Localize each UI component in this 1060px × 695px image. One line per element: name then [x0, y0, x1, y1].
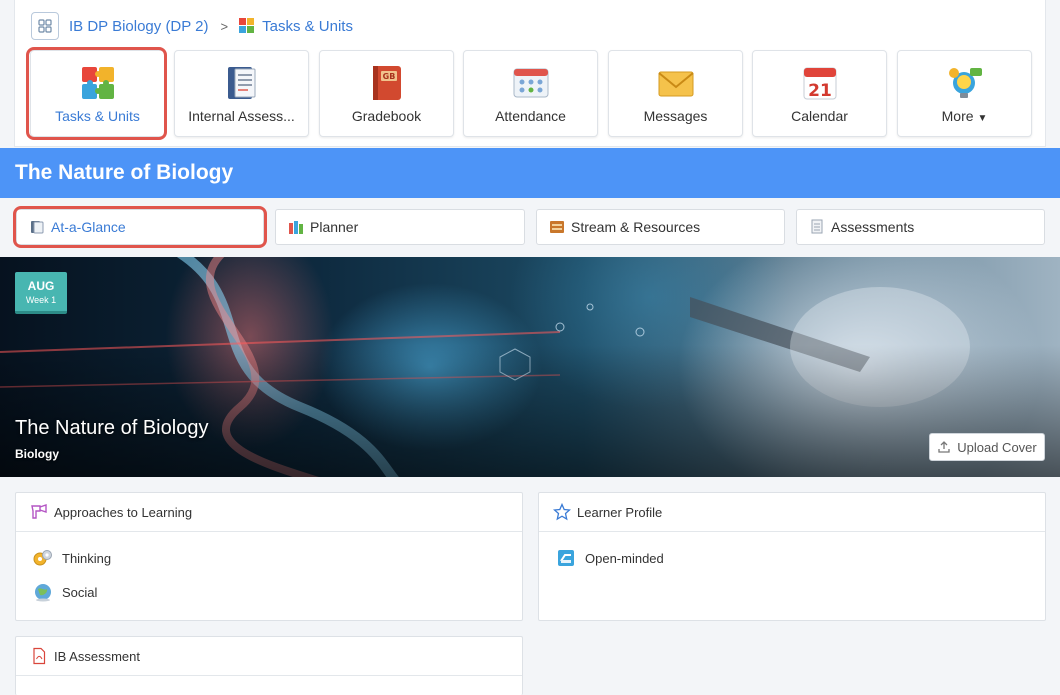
apps-grid-button[interactable]: [31, 12, 59, 40]
approaches-to-learning-panel: Approaches to Learning Thinking Social: [15, 492, 523, 621]
breadcrumb-course-link[interactable]: IB DP Biology (DP 2): [69, 18, 209, 35]
banner-overlay: [0, 257, 1060, 477]
banner-subject: Biology: [15, 447, 59, 461]
app-tile-attendance[interactable]: Attendance: [463, 50, 598, 137]
app-tile-label: Gradebook: [351, 108, 422, 124]
stream-icon: [550, 221, 564, 233]
tab-label: Stream & Resources: [571, 219, 701, 235]
list-item-social[interactable]: Social: [16, 575, 522, 609]
gradebook-icon: GB: [372, 66, 401, 100]
panel-header: IB Assessment: [16, 637, 522, 676]
app-tile-label: Messages: [643, 108, 708, 124]
notebook-icon: [227, 67, 255, 99]
gears-icon: [32, 547, 54, 569]
tab-stream-resources[interactable]: Stream & Resources: [536, 209, 785, 245]
app-tile-calendar[interactable]: 21 Calendar: [752, 50, 887, 137]
unit-title: The Nature of Biology: [15, 161, 234, 184]
ib-assessment-panel: IB Assessment: [15, 636, 523, 695]
tab-label: Planner: [310, 219, 359, 235]
pdf-icon: [30, 647, 48, 665]
panel-body: Open-minded: [539, 532, 1045, 575]
star-icon: [553, 503, 571, 521]
breadcrumb: IB DP Biology (DP 2) > Tasks & Units: [31, 12, 353, 40]
caret-down-icon: ▼: [977, 113, 988, 124]
app-tile-label: More ▼: [902, 108, 1027, 124]
banner-title: The Nature of Biology: [15, 417, 209, 439]
grid-icon: [38, 19, 52, 33]
puzzle-icon: [239, 18, 255, 33]
app-tile-messages[interactable]: Messages: [608, 50, 743, 137]
upload-cover-button[interactable]: Upload Cover: [929, 433, 1045, 461]
list-item-open-minded[interactable]: Open-minded: [539, 541, 1045, 575]
app-tile-gradebook[interactable]: GB Gradebook: [319, 50, 454, 137]
approaches-icon: [30, 503, 48, 521]
panel-body: Thinking Social: [16, 532, 522, 609]
tab-label: Assessments: [831, 219, 915, 235]
badge-week: Week 1: [25, 295, 57, 305]
date-badge: AUG Week 1: [15, 272, 67, 314]
unit-header: The Nature of Biology: [0, 148, 1060, 198]
lightbulb-icon: [948, 68, 982, 98]
svg-text:GB: GB: [382, 72, 395, 81]
list-item-thinking[interactable]: Thinking: [16, 541, 522, 575]
app-tile-more[interactable]: More ▼: [897, 50, 1032, 137]
attendance-icon: [513, 68, 548, 98]
learner-profile-panel: Learner Profile Open-minded: [538, 492, 1046, 621]
breadcrumb-separator: >: [220, 18, 229, 34]
highlight-outline: [13, 206, 267, 248]
panel-title: Approaches to Learning: [54, 504, 193, 520]
panel-title: Learner Profile: [577, 504, 663, 520]
panel-header: Approaches to Learning: [16, 493, 522, 532]
more-label: More: [941, 108, 974, 124]
app-tile-label: Attendance: [495, 108, 566, 124]
app-tile-label: Internal Assess...: [188, 108, 295, 124]
badge-month: AUG: [27, 279, 55, 293]
tab-assessments[interactable]: Assessments: [796, 209, 1045, 245]
documents-icon: [811, 219, 823, 234]
calendar-day: 21: [808, 81, 832, 101]
open-minded-icon: [555, 547, 577, 569]
item-label: Social: [62, 584, 98, 600]
item-label: Open-minded: [585, 550, 664, 566]
tab-planner[interactable]: Planner: [275, 209, 525, 245]
unit-cover-banner: AUG Week 1 The Nature of Biology Biology…: [0, 257, 1060, 477]
app-tile-label: Calendar: [791, 108, 848, 124]
envelope-icon: [657, 71, 694, 97]
highlight-outline: [26, 47, 167, 140]
books-icon: [289, 221, 303, 234]
globe-icon: [32, 581, 54, 603]
panel-header: Learner Profile: [539, 493, 1045, 532]
app-tile-internal-assessment[interactable]: Internal Assess...: [174, 50, 309, 137]
item-label: Thinking: [62, 550, 112, 566]
panel-title: IB Assessment: [54, 648, 140, 664]
breadcrumb-current: Tasks & Units: [262, 17, 353, 35]
upload-cover-label: Upload Cover: [957, 439, 1037, 455]
upload-icon: [938, 441, 950, 453]
calendar-icon: 21: [803, 67, 836, 101]
